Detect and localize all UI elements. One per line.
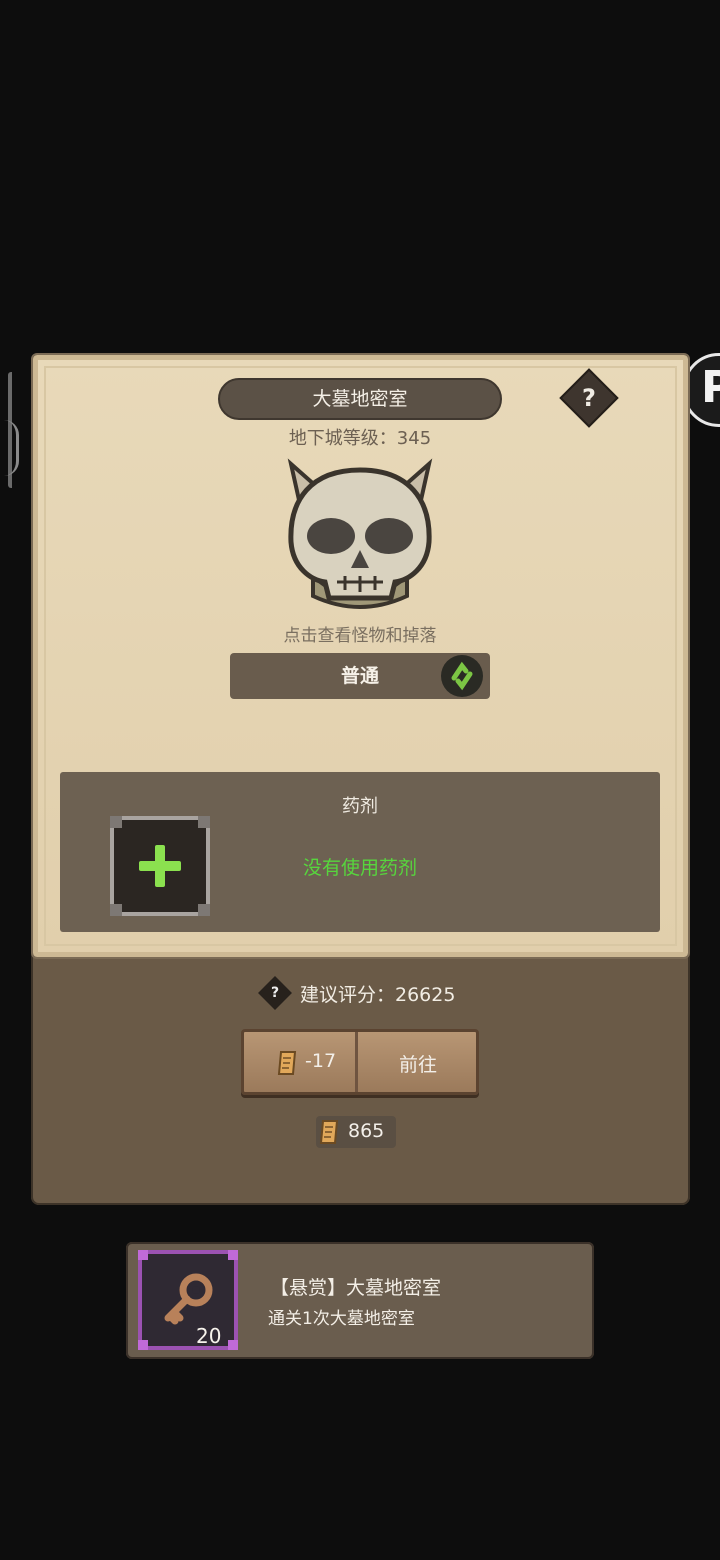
dungeon-title: 大墓地密室	[312, 388, 408, 410]
switch-icon[interactable]	[440, 654, 484, 698]
potion-label: 药剂	[342, 796, 378, 817]
slot-corner	[228, 1340, 238, 1350]
slot-corner	[110, 816, 122, 828]
dungeon-level: 地下城等级：345	[288, 428, 432, 449]
side-badge-letter: P	[701, 362, 720, 413]
help-button-label[interactable]: ?	[568, 377, 610, 419]
skull-icon[interactable]	[283, 458, 437, 618]
button-divider	[355, 1032, 358, 1092]
ticket-cost: -17	[305, 1050, 337, 1072]
bounty-title: 【悬赏】大墓地密室	[270, 1277, 442, 1299]
ticket-balance-amount: 865	[348, 1120, 385, 1142]
slot-corner	[198, 816, 210, 828]
recommended-score: 建议评分：26625	[300, 984, 456, 1006]
bounty-description: 通关1次大墓地密室	[268, 1309, 415, 1329]
score-help-label[interactable]: ?	[263, 981, 287, 1005]
slot-corner	[228, 1250, 238, 1260]
monster-drop-hint: 点击查看怪物和掉落	[283, 626, 437, 646]
go-label: 前往	[398, 1054, 437, 1076]
key-icon	[164, 1273, 213, 1325]
slot-corner	[138, 1340, 148, 1350]
scroll-icon	[277, 1051, 297, 1075]
slot-corner	[138, 1250, 148, 1260]
slot-corner	[110, 904, 122, 916]
potion-status: 没有使用药剂	[302, 857, 417, 879]
slot-corner	[198, 904, 210, 916]
reward-count: 20	[196, 1324, 222, 1348]
left-edge-bracket	[4, 420, 19, 476]
plus-icon-bar	[139, 861, 181, 871]
scroll-icon	[319, 1120, 339, 1144]
